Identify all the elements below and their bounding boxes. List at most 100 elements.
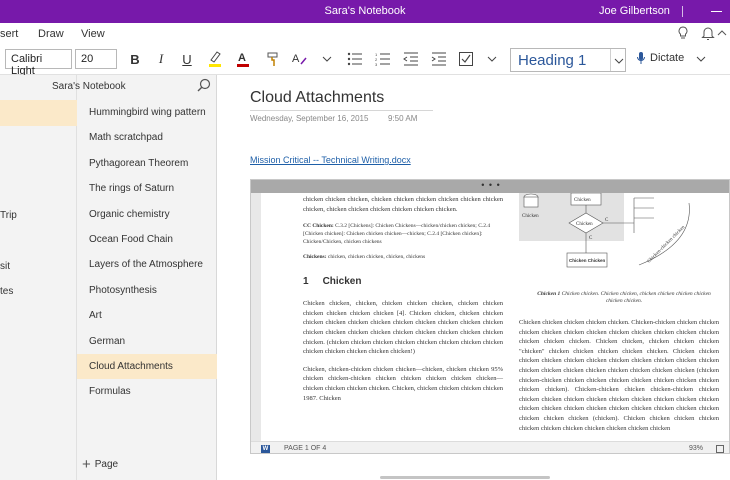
page-item[interactable]: Formulas: [77, 379, 217, 404]
svg-text:3: 3: [375, 62, 378, 66]
svg-text:A: A: [238, 52, 246, 64]
dictate-button[interactable]: Dictate: [636, 51, 684, 65]
lightbulb-icon[interactable]: [677, 26, 689, 41]
doc-keywords-text: chicken, chicken chicken, chicken, chick…: [327, 254, 426, 261]
microphone-icon: [637, 52, 645, 64]
doc-heading-number: 1: [303, 276, 309, 288]
section-item[interactable]: Trip: [0, 210, 17, 221]
minimize-icon[interactable]: [711, 11, 722, 12]
page-item[interactable]: Organic chemistry: [77, 202, 217, 227]
font-color-icon: A: [237, 52, 249, 67]
add-page-button[interactable]: + Page: [82, 455, 119, 473]
search-icon[interactable]: [197, 78, 211, 92]
todo-tag-button[interactable]: [455, 48, 477, 70]
selected-section[interactable]: [0, 100, 77, 126]
indent-icon: [431, 52, 446, 66]
diagram-label-top: Chicken: [574, 198, 591, 203]
page-item[interactable]: Art: [77, 303, 217, 328]
notebook-name[interactable]: Sara's Notebook: [52, 81, 126, 92]
dictate-chevron[interactable]: [690, 48, 712, 70]
format-painter-button[interactable]: [262, 48, 284, 70]
document-page: chicken chicken chicken, chicken chicken…: [261, 193, 729, 441]
word-icon: W: [261, 445, 270, 453]
document-left-column: chicken chicken chicken, chicken chicken…: [303, 195, 503, 411]
doc-heading: 1 Chicken: [303, 276, 503, 287]
title-underline: [250, 110, 433, 111]
page-item[interactable]: Pythagorean Theorem: [77, 151, 217, 176]
viewer-top-bar[interactable]: • • •: [251, 180, 729, 193]
add-page-label: Page: [94, 459, 119, 470]
diagram-curve-label: Chicken-chicken chicken: [647, 225, 687, 265]
clear-formatting-button[interactable]: A: [289, 48, 311, 70]
bold-button[interactable]: B: [124, 48, 146, 70]
page-item[interactable]: The rings of Saturn: [77, 176, 217, 201]
zoom-level[interactable]: 93%: [689, 445, 703, 452]
section-item[interactable]: tes: [0, 286, 13, 297]
bullet-list-icon: [347, 52, 362, 66]
doc-figure-caption: Chicken 1 Chicken chicken. Chicken chick…: [529, 291, 719, 305]
increase-indent-button[interactable]: [428, 48, 450, 70]
page-item[interactable]: Photosynthesis: [77, 278, 217, 303]
bullets-button[interactable]: [344, 48, 366, 70]
page-item[interactable]: Ocean Food Chain: [77, 227, 217, 252]
doc-caption-text: Chicken chicken. Chicken chicken, chicke…: [561, 291, 711, 304]
doc-cc-label: CC Chicken:: [303, 223, 334, 230]
view-mode-icon[interactable]: [716, 445, 724, 453]
tab-draw[interactable]: Draw: [38, 28, 64, 40]
tags-chevron[interactable]: [481, 48, 503, 70]
chevron-up-icon[interactable]: [717, 29, 727, 37]
clear-format-icon: A: [292, 53, 307, 65]
page-time: 9:50 AM: [388, 114, 418, 123]
decrease-indent-button[interactable]: [400, 48, 422, 70]
tab-insert[interactable]: sert: [0, 28, 18, 40]
document-viewer[interactable]: • • • chicken chicken chicken, chicken c…: [250, 179, 730, 454]
attachment-link[interactable]: Mission Critical -- Technical Writing.do…: [250, 155, 411, 165]
page-item[interactable]: German: [77, 329, 217, 354]
more-options-icon[interactable]: • • •: [251, 180, 729, 190]
doc-top-paragraph: chicken chicken chicken, chicken chicken…: [303, 196, 503, 213]
diagram-label-left: Chicken: [522, 214, 539, 219]
font-color-button[interactable]: A: [232, 48, 254, 70]
page-item[interactable]: Cloud Attachments: [77, 354, 217, 379]
numbered-list-icon: 1 2 3: [375, 52, 390, 66]
doc-paragraph-1: Chicken chicken, chicken, chicken chicke…: [303, 300, 503, 356]
styles-dropdown[interactable]: Heading 1: [510, 48, 626, 72]
underline-button[interactable]: U: [176, 48, 198, 70]
bell-icon[interactable]: [701, 26, 715, 41]
horizontal-scrollbar[interactable]: [380, 476, 550, 479]
page-item[interactable]: Layers of the Atmosphere: [77, 252, 217, 277]
doc-keywords: Chickens: chicken, chicken chicken, chic…: [303, 254, 503, 260]
viewer-status-bar: W PAGE 1 OF 4 93%: [251, 441, 729, 453]
diagram-label-bottom: Chicken Chicken: [569, 258, 606, 263]
style-value: Heading 1: [518, 52, 587, 69]
font-size-box[interactable]: 20: [75, 49, 117, 69]
title-bar: Sara's Notebook Joe Gilbertson: [0, 0, 730, 23]
outdent-icon: [403, 52, 418, 66]
checkbox-icon: [459, 52, 473, 66]
section-list: Trip sit tes: [0, 75, 77, 480]
section-item[interactable]: sit: [0, 261, 10, 272]
doc-caption-label: Chicken 1: [537, 291, 561, 297]
chevron-down-icon: [487, 56, 497, 62]
titlebar-divider: [682, 6, 683, 17]
diagram-label-diamond: Chicken: [576, 222, 593, 227]
doc-right-paragraph: Chicken chicken chicken chicken chicken.…: [519, 319, 719, 432]
italic-button[interactable]: I: [150, 48, 172, 70]
menu-bar: sert Draw View: [0, 23, 730, 45]
document-right-column: Chicken chicken chicken chicken chicken.…: [519, 318, 719, 441]
highlight-button[interactable]: [204, 48, 226, 70]
plus-icon: +: [82, 455, 91, 473]
doc-heading-text: Chicken: [322, 276, 362, 288]
numbering-button[interactable]: 1 2 3: [372, 48, 394, 70]
page-title[interactable]: Cloud Attachments: [250, 89, 384, 107]
doc-paragraph-2: Chicken, chicken-chicken chicken chicken…: [303, 365, 503, 402]
format-painter-icon: [267, 52, 278, 66]
ribbon-toolbar: Calibri Light 20 B I U A A 1 2 3 Heading…: [0, 45, 730, 77]
doc-flow-diagram: Chicken Chicken Chicken C C Chicken Chic…: [519, 193, 690, 268]
more-format-chevron[interactable]: [316, 48, 338, 70]
account-name[interactable]: Joe Gilbertson: [599, 5, 670, 17]
tab-view[interactable]: View: [81, 28, 105, 40]
page-item[interactable]: Math scratchpad: [77, 125, 217, 150]
font-name-box[interactable]: Calibri Light: [5, 49, 72, 77]
page-item[interactable]: Hummingbird wing pattern: [77, 100, 217, 125]
